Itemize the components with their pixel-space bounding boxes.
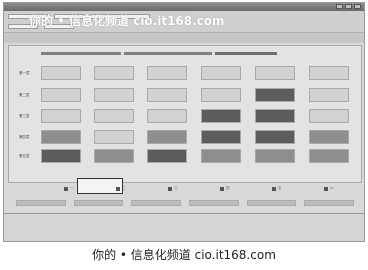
tab[interactable] bbox=[304, 200, 355, 206]
progress-bar bbox=[215, 51, 277, 55]
grid-cell[interactable] bbox=[147, 130, 187, 144]
watermark: 你的 • 信息化频道 cio.it168.com bbox=[29, 14, 225, 28]
grid-cell[interactable] bbox=[201, 109, 241, 123]
grid-cell[interactable] bbox=[309, 88, 349, 102]
grid-cell[interactable] bbox=[94, 109, 134, 123]
legend-item: 二 bbox=[116, 186, 126, 191]
legend-label: 四 bbox=[226, 186, 230, 190]
tab[interactable] bbox=[16, 200, 66, 206]
minimize-button[interactable] bbox=[336, 4, 343, 9]
tab[interactable] bbox=[73, 200, 124, 206]
floor-panel: 第一层第二层第三层第四层第五层 bbox=[8, 45, 362, 194]
grid-cell[interactable] bbox=[94, 88, 134, 102]
row-label: 第一层 bbox=[19, 71, 30, 75]
grid-cell[interactable] bbox=[255, 149, 295, 163]
grid-cell[interactable] bbox=[41, 149, 81, 163]
legend-swatch bbox=[168, 186, 172, 191]
progress-bar bbox=[124, 51, 212, 55]
progress-bar bbox=[41, 51, 121, 55]
window-controls bbox=[336, 4, 361, 9]
tab[interactable] bbox=[189, 200, 239, 206]
grid-cell[interactable] bbox=[255, 130, 295, 144]
grid-cell[interactable] bbox=[201, 130, 241, 144]
grid-cell[interactable] bbox=[255, 109, 295, 123]
status-panel bbox=[4, 213, 364, 241]
grid-cell[interactable] bbox=[309, 149, 349, 163]
grid-cell[interactable] bbox=[309, 66, 349, 80]
legend-label: 一 bbox=[70, 186, 74, 190]
legend-item: 五 bbox=[272, 186, 282, 191]
grid-cell[interactable] bbox=[41, 130, 81, 144]
grid-cell[interactable] bbox=[201, 66, 241, 80]
legend-item: 三 bbox=[168, 186, 178, 191]
legend-item: 一 bbox=[64, 186, 74, 191]
legend-swatch bbox=[116, 186, 120, 191]
legend-item: 六 bbox=[324, 186, 334, 191]
legend-label: 六 bbox=[330, 186, 334, 190]
grid-cell[interactable] bbox=[94, 66, 134, 80]
grid-cell[interactable] bbox=[41, 88, 81, 102]
legend-swatch bbox=[220, 186, 224, 191]
grid-cell[interactable] bbox=[94, 130, 134, 144]
grid-cell[interactable] bbox=[309, 130, 349, 144]
grid-cell[interactable] bbox=[94, 149, 134, 163]
legend-label: 二 bbox=[122, 186, 126, 190]
tab[interactable] bbox=[246, 200, 297, 206]
row-label: 第五层 bbox=[19, 154, 30, 158]
maximize-button[interactable] bbox=[345, 4, 352, 9]
grid-cell[interactable] bbox=[201, 149, 241, 163]
screenshot-window: 第一层第二层第三层第四层第五层 一 二 三 四 五 六 bbox=[3, 2, 365, 242]
row-label: 第四层 bbox=[19, 135, 30, 139]
grid-cell[interactable] bbox=[309, 109, 349, 123]
grid-cell[interactable] bbox=[147, 109, 187, 123]
grid-cell[interactable] bbox=[201, 88, 241, 102]
grid-cell[interactable] bbox=[255, 66, 295, 80]
grid-cell[interactable] bbox=[147, 149, 187, 163]
legend-swatch bbox=[272, 186, 276, 191]
legend-item: 四 bbox=[220, 186, 230, 191]
row-label: 第三层 bbox=[19, 114, 30, 118]
grid-cell[interactable] bbox=[41, 66, 81, 80]
legend-label: 五 bbox=[278, 186, 282, 190]
progress-bars bbox=[41, 50, 357, 56]
bottom-tabs bbox=[8, 197, 362, 209]
grid-cell[interactable] bbox=[255, 88, 295, 102]
row-label: 第二层 bbox=[19, 93, 30, 97]
grid-cell[interactable] bbox=[147, 66, 187, 80]
source-caption: 你的 • 信息化频道 cio.it168.com bbox=[92, 248, 276, 262]
title-bar bbox=[4, 3, 364, 11]
legend-swatch bbox=[324, 186, 328, 191]
info-bar bbox=[4, 33, 364, 43]
legend: 一二三四五六 bbox=[64, 186, 354, 192]
tab[interactable] bbox=[131, 200, 182, 206]
grid-cell[interactable] bbox=[147, 88, 187, 102]
close-button[interactable] bbox=[354, 4, 361, 9]
grid-cell[interactable] bbox=[41, 109, 81, 123]
legend-swatch bbox=[64, 186, 68, 191]
legend-label: 三 bbox=[174, 186, 178, 190]
